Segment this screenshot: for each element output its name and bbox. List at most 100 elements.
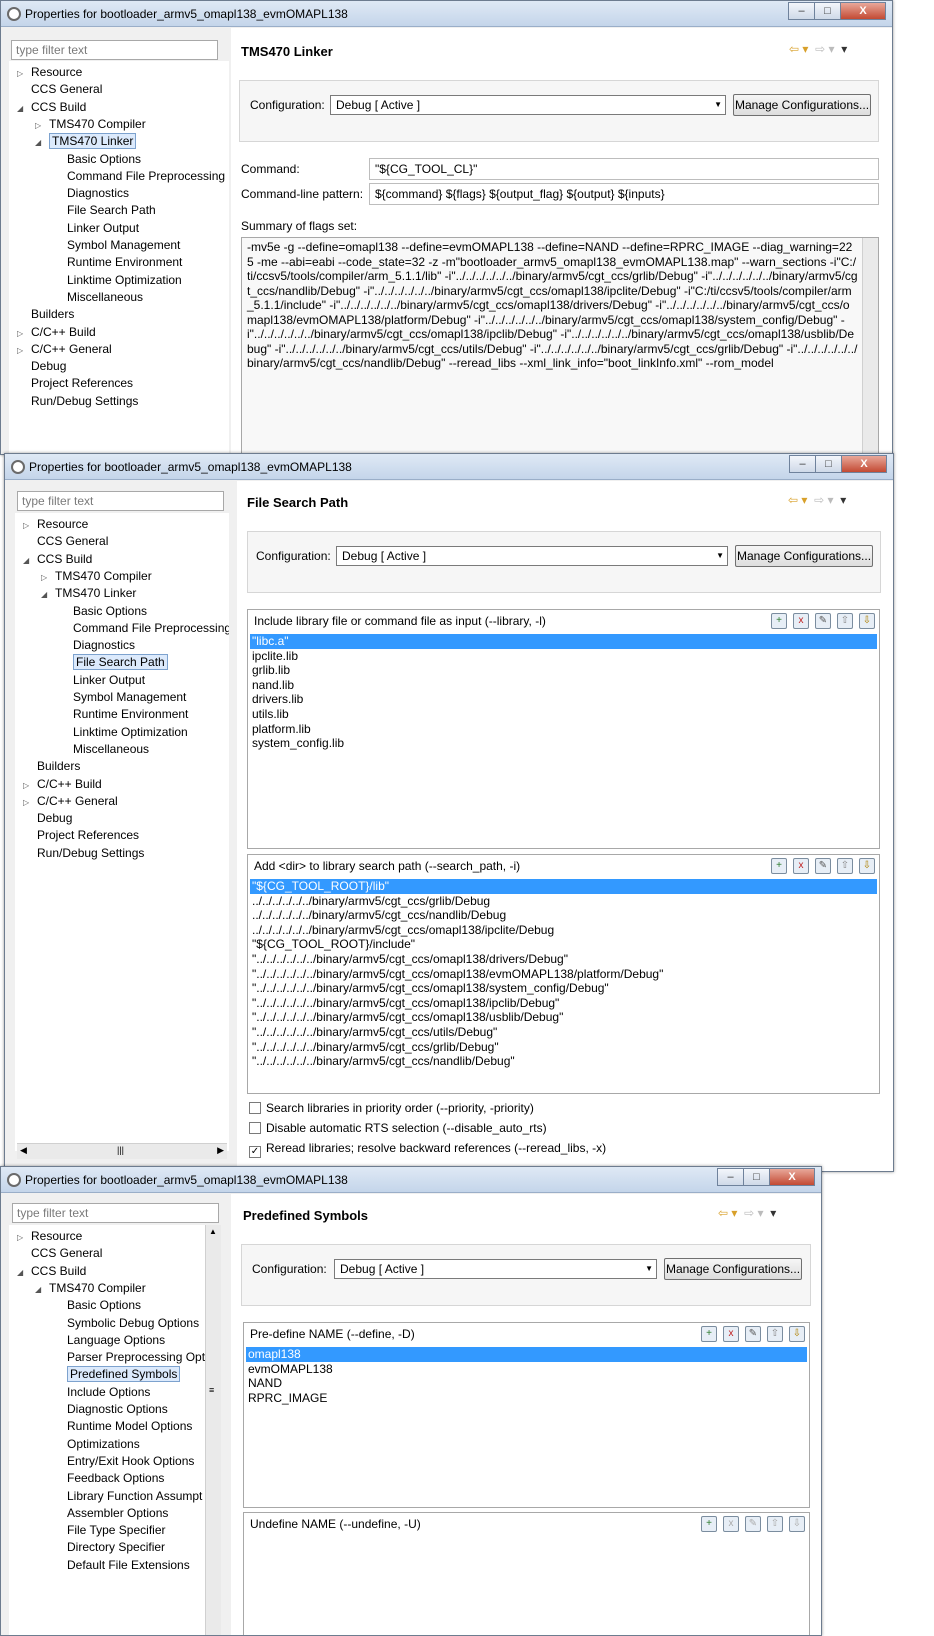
- edit-icon[interactable]: ✎: [815, 858, 831, 874]
- maximize-button[interactable]: □: [814, 2, 841, 20]
- tree-item[interactable]: Runtime Environment: [53, 254, 182, 270]
- checkbox-unchecked[interactable]: [249, 1122, 261, 1134]
- list-item[interactable]: ipclite.lib: [250, 649, 877, 664]
- tree-item[interactable]: Command File Preprocessing: [59, 620, 229, 636]
- move-up-icon[interactable]: ⇧: [767, 1326, 783, 1342]
- tree-item[interactable]: Debug: [23, 810, 72, 826]
- scroll-up-icon[interactable]: ▲: [209, 1227, 217, 1236]
- tree-item[interactable]: Diagnostics: [59, 637, 135, 653]
- filter-input[interactable]: type filter text: [17, 491, 224, 511]
- list-item[interactable]: "../../../../../../binary/armv5/cgt_ccs/…: [250, 1054, 877, 1069]
- configuration-combo[interactable]: Debug [ Active ] ▼: [330, 95, 726, 115]
- minimize-button[interactable]: –: [789, 455, 816, 473]
- nav-arrows[interactable]: ⇦ ▾ ⇨ ▾ ▾: [789, 42, 847, 56]
- filter-input[interactable]: type filter text: [11, 40, 218, 60]
- tree-item[interactable]: Runtime Environment: [59, 706, 188, 722]
- tree-item[interactable]: Debug: [17, 358, 66, 374]
- title-bar[interactable]: Properties for bootloader_armv5_omapl138…: [1, 1167, 821, 1193]
- configuration-combo[interactable]: Debug [ Active ] ▼: [336, 546, 728, 566]
- tree-item[interactable]: File Search Path: [59, 654, 168, 671]
- nav-arrows[interactable]: ⇦ ▾ ⇨ ▾ ▾: [718, 1206, 776, 1220]
- list-item[interactable]: "../../../../../../binary/armv5/cgt_ccs/…: [250, 996, 877, 1011]
- collapsed-arrow-icon[interactable]: ▷: [41, 570, 51, 586]
- collapsed-arrow-icon[interactable]: ▷: [17, 326, 27, 342]
- tree-item[interactable]: Optimizations: [53, 1436, 140, 1452]
- maximize-button[interactable]: □: [815, 455, 842, 473]
- back-icon[interactable]: ⇦ ▾: [718, 1206, 737, 1220]
- move-down-icon[interactable]: ⇩: [859, 858, 875, 874]
- list-item[interactable]: "../../../../../../binary/armv5/cgt_ccs/…: [250, 967, 877, 982]
- list-item[interactable]: NAND: [246, 1376, 807, 1391]
- tree-item[interactable]: ◢ TMS470 Compiler: [35, 1280, 146, 1296]
- expanded-arrow-icon[interactable]: ◢: [23, 553, 33, 569]
- tree-item[interactable]: Diagnostics: [53, 185, 129, 201]
- list-item[interactable]: RPRC_IMAGE: [246, 1391, 807, 1406]
- move-down-icon[interactable]: ⇩: [859, 613, 875, 629]
- manage-configurations-button[interactable]: Manage Configurations...: [733, 94, 871, 116]
- summary-flags-text[interactable]: -mv5e -g --define=omapl138 --define=evmO…: [241, 237, 879, 454]
- minimize-button[interactable]: –: [788, 2, 815, 20]
- tree-item[interactable]: ◢ CCS Build: [17, 99, 86, 115]
- expanded-arrow-icon[interactable]: ◢: [17, 101, 27, 117]
- collapsed-arrow-icon[interactable]: ▷: [17, 1230, 27, 1246]
- tree-item[interactable]: Symbol Management: [59, 689, 186, 705]
- edit-icon[interactable]: ✎: [745, 1326, 761, 1342]
- tree-item[interactable]: ▷ TMS470 Compiler: [41, 568, 152, 584]
- edit-icon[interactable]: ✎: [815, 613, 831, 629]
- tree-item[interactable]: Default File Extensions: [53, 1557, 190, 1573]
- list-item[interactable]: "${CG_TOOL_ROOT}/lib": [250, 879, 877, 894]
- tree-item[interactable]: ▷ C/C++ General: [23, 793, 118, 809]
- forward-icon[interactable]: ⇨ ▾: [744, 1206, 763, 1220]
- tree-item[interactable]: Symbolic Debug Options: [53, 1315, 199, 1331]
- move-up-icon[interactable]: ⇧: [837, 858, 853, 874]
- delete-icon[interactable]: x: [723, 1516, 739, 1532]
- list-item[interactable]: "libc.a": [250, 634, 877, 649]
- minimize-button[interactable]: –: [717, 1168, 744, 1186]
- list-item[interactable]: evmOMAPL138: [246, 1362, 807, 1377]
- expanded-arrow-icon[interactable]: ◢: [41, 587, 51, 603]
- add-icon[interactable]: +: [701, 1516, 717, 1532]
- list-item[interactable]: "../../../../../../binary/armv5/cgt_ccs/…: [250, 1025, 877, 1040]
- title-bar[interactable]: Properties for bootloader_armv5_omapl138…: [1, 1, 892, 27]
- checkbox-unchecked[interactable]: [249, 1102, 261, 1114]
- view-menu-icon[interactable]: ▾: [841, 42, 847, 56]
- list-item[interactable]: omapl138: [246, 1347, 807, 1362]
- tree-item[interactable]: Builders: [17, 306, 74, 322]
- list-item[interactable]: ../../../../../../binary/armv5/cgt_ccs/g…: [250, 894, 877, 909]
- list-item[interactable]: "../../../../../../binary/armv5/cgt_ccs/…: [250, 952, 877, 967]
- tree-item[interactable]: Feedback Options: [53, 1470, 164, 1486]
- tree-item[interactable]: ▷ Resource: [17, 64, 82, 80]
- command-field[interactable]: "${CG_TOOL_CL}": [369, 158, 879, 180]
- tree-item[interactable]: ▷ Resource: [17, 1228, 82, 1244]
- tree-item[interactable]: Symbol Management: [53, 237, 180, 253]
- tree-item[interactable]: ◢ TMS470 Linker: [41, 585, 136, 601]
- tree-item[interactable]: ▷ TMS470 Compiler: [35, 116, 146, 132]
- back-icon[interactable]: ⇦ ▾: [788, 493, 807, 507]
- list-item[interactable]: "../../../../../../binary/armv5/cgt_ccs/…: [250, 1040, 877, 1055]
- list-item[interactable]: ../../../../../../binary/armv5/cgt_ccs/n…: [250, 908, 877, 923]
- move-down-icon[interactable]: ⇩: [789, 1326, 805, 1342]
- tree-item[interactable]: Basic Options: [53, 151, 141, 167]
- list-item[interactable]: drivers.lib: [250, 692, 877, 707]
- close-button[interactable]: X: [769, 1168, 815, 1186]
- collapsed-arrow-icon[interactable]: ▷: [23, 518, 33, 534]
- manage-configurations-button[interactable]: Manage Configurations...: [735, 545, 873, 567]
- tree-item[interactable]: Run/Debug Settings: [17, 393, 138, 409]
- list-item[interactable]: ../../../../../../binary/armv5/cgt_ccs/o…: [250, 923, 877, 938]
- back-icon[interactable]: ⇦ ▾: [789, 42, 808, 56]
- tree-vertical-scrollbar[interactable]: ▲ ≡: [205, 1225, 221, 1635]
- tree-item[interactable]: Predefined Symbols: [53, 1366, 181, 1383]
- move-up-icon[interactable]: ⇧: [837, 613, 853, 629]
- tree-item[interactable]: Language Options: [53, 1332, 165, 1348]
- move-down-icon[interactable]: ⇩: [789, 1516, 805, 1532]
- filter-input[interactable]: type filter text: [12, 1203, 219, 1223]
- tree-item[interactable]: ▷ C/C++ Build: [23, 776, 102, 792]
- add-icon[interactable]: +: [701, 1326, 717, 1342]
- close-button[interactable]: X: [841, 455, 887, 473]
- list-item[interactable]: platform.lib: [250, 722, 877, 737]
- expanded-arrow-icon[interactable]: ◢: [35, 1282, 45, 1298]
- list-item[interactable]: utils.lib: [250, 707, 877, 722]
- tree-item[interactable]: ◢ CCS Build: [23, 551, 92, 567]
- tree-item[interactable]: Miscellaneous: [59, 741, 149, 757]
- tree-item[interactable]: Basic Options: [53, 1297, 141, 1313]
